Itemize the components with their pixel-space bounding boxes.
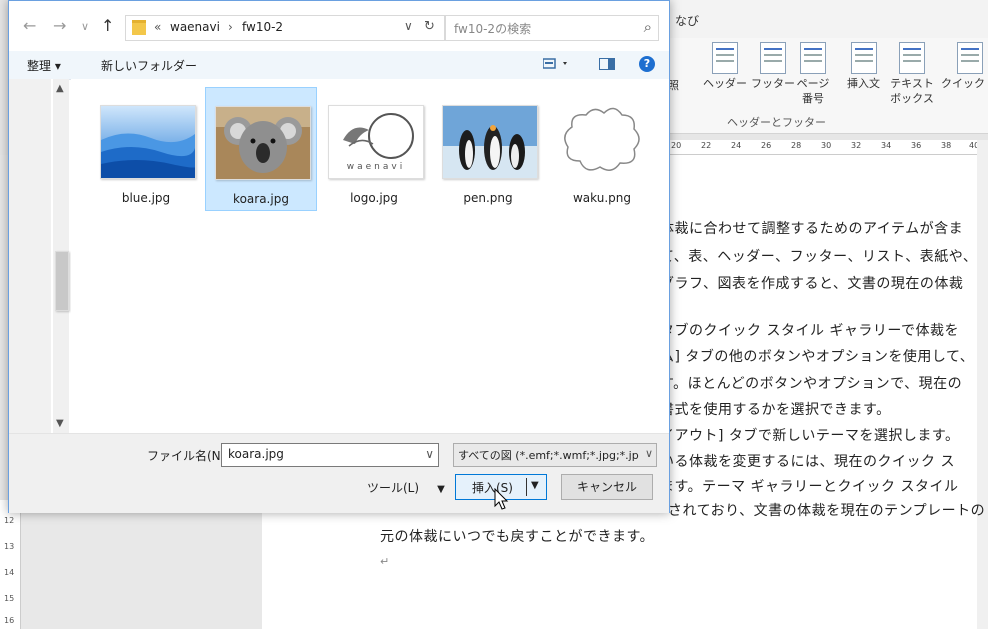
ribbon-tab-strip: なび	[655, 0, 988, 38]
breadcrumb-fw10-2[interactable]: fw10-2	[242, 20, 283, 34]
doc-line: て、表、ヘッダー、フッター、リスト、表紙や、	[660, 249, 978, 265]
search-input[interactable]: fw10-2の検索	[454, 20, 531, 37]
logo-text: waenavi	[346, 162, 406, 172]
ribbon-button-page-number[interactable]: ページ 番号	[793, 42, 833, 106]
insert-options-caret-icon[interactable]: ▼	[531, 480, 539, 491]
ribbon-group-label: ヘッダーとフッター	[727, 116, 826, 129]
file-type-value[interactable]: すべての図 (*.emf;*.wmf;*.jpg;*.jp	[458, 447, 639, 463]
up-folder-button[interactable]: ↑	[101, 16, 114, 35]
insert-text-icon	[850, 42, 877, 74]
file-name: waku.png	[572, 191, 631, 205]
back-button[interactable]: ←	[23, 16, 36, 35]
refresh-icon[interactable]: ↻	[424, 19, 435, 34]
doc-line: 書式を使用するかを選択できます。	[660, 402, 891, 418]
doc-line: グラフ、図表を作成すると、文書の現在の体裁	[660, 276, 964, 292]
folder-icon	[132, 20, 146, 35]
navigation-pane[interactable]	[9, 79, 53, 433]
new-folder-button[interactable]: 新しいフォルダー	[101, 57, 197, 74]
chevron-down-icon[interactable]: ∨	[404, 19, 413, 33]
file-type-select[interactable]: すべての図 (*.emf;*.wmf;*.jpg;*.jp ∨	[453, 443, 657, 467]
horizontal-ruler: 20 22 24 26 28 30 32 34 36 38 40	[655, 140, 988, 155]
search-box[interactable]: fw10-2の検索 ⌕	[445, 15, 659, 41]
ribbon-button-insert-text[interactable]: 挿入文	[847, 42, 880, 91]
tools-button[interactable]: ツール(L) ▼	[367, 479, 445, 496]
filename-field[interactable]: koara.jpg ∨	[221, 443, 439, 467]
file-name: pen.png	[463, 191, 513, 205]
help-icon[interactable]: ?	[639, 56, 655, 72]
file-item-pen[interactable]: pen.png	[433, 87, 543, 209]
scroll-down-icon[interactable]: ▼	[56, 418, 64, 429]
file-item-waku[interactable]: waku.png	[547, 87, 657, 209]
page-number-icon	[800, 42, 826, 74]
paragraph-mark: ↵	[380, 555, 390, 568]
forward-button[interactable]: →	[53, 16, 66, 35]
ribbon-title-text: なび	[675, 14, 700, 28]
breadcrumb-waenavi[interactable]: waenavi	[170, 20, 220, 34]
doc-line: イアウト] タブで新しいテーマを選択します。	[660, 428, 960, 444]
preview-pane-icon[interactable]	[599, 58, 615, 73]
footer-icon	[760, 42, 786, 74]
doc-line: 体裁に合わせて調整するためのアイテムが含ま	[660, 221, 964, 237]
ribbon: 参照 ヘッダー フッター ページ 番号 挿入文 テキスト ボックス クイック パ…	[655, 38, 988, 134]
file-item-blue[interactable]: blue.jpg	[91, 87, 201, 209]
ribbon-button-footer[interactable]: フッター	[751, 42, 795, 91]
blue-thumbnail	[100, 105, 196, 179]
quick-parts-icon	[957, 42, 984, 74]
cancel-button[interactable]: キャンセル	[561, 474, 653, 500]
search-icon[interactable]: ⌕	[644, 18, 652, 36]
filename-label: ファイル名(N):	[147, 449, 230, 463]
file-name: logo.jpg	[350, 191, 398, 205]
koala-thumbnail	[215, 106, 311, 180]
filename-value[interactable]: koara.jpg	[228, 447, 284, 461]
view-options-icon[interactable]	[542, 58, 571, 73]
recent-locations-button[interactable]: ∨	[81, 20, 89, 33]
dialog-footer: ファイル名(N): koara.jpg ∨ すべての図 (*.emf;*.wmf…	[9, 433, 669, 513]
dialog-nav-bar: ← → ∨ ↑ « waenavi › fw10-2 ∨ ↻ fw10-2の検索…	[9, 1, 669, 51]
scroll-up-icon[interactable]: ▲	[56, 83, 64, 94]
chevron-down-icon[interactable]: ∨	[642, 447, 653, 460]
frame-thumbnail	[556, 105, 650, 177]
caret-down-icon: ▼	[437, 484, 445, 495]
doc-line: ム] タブの他のボタンやオプションを使用して、	[660, 349, 975, 365]
address-bar[interactable]: « waenavi › fw10-2 ∨ ↻	[125, 15, 445, 41]
navigation-scrollbar[interactable]: ▲ ▼	[53, 79, 69, 433]
scroll-thumb[interactable]	[55, 251, 69, 311]
file-item-logo[interactable]: waenavi logo.jpg	[319, 87, 429, 209]
mouse-pointer-icon	[494, 488, 509, 510]
ribbon-button-textbox[interactable]: テキスト ボックス	[889, 42, 935, 106]
file-name: blue.jpg	[121, 191, 171, 205]
penguin-thumbnail	[442, 105, 538, 179]
textbox-icon	[899, 42, 925, 74]
doc-line: されており、文書の体裁を現在のテンプレートの	[668, 503, 986, 519]
ribbon-button-header[interactable]: ヘッダー	[703, 42, 747, 91]
file-list: blue.jpg koara.jpg waenavi logo.jpg pen.…	[71, 79, 669, 433]
doc-line: 元の体裁にいつでも戻すことができます。	[380, 529, 655, 545]
chevron-down-icon[interactable]: ∨	[425, 447, 434, 461]
ribbon-button-quick-parts[interactable]: クイック パ	[941, 42, 988, 91]
organize-button[interactable]: 整理 ▾	[27, 57, 61, 74]
file-item-koara[interactable]: koara.jpg	[205, 87, 317, 211]
vertical-ruler: 12 13 14 15 16	[0, 500, 21, 629]
breadcrumb-overflow[interactable]: «	[154, 20, 161, 34]
file-name: koara.jpg	[233, 192, 289, 206]
doc-line: ます。テーマ ギャラリーとクイック スタイル	[660, 479, 959, 495]
doc-line: いる体裁を変更するには、現在のクイック ス	[660, 454, 955, 470]
breadcrumb-separator: ›	[228, 20, 233, 34]
insert-picture-dialog: ← → ∨ ↑ « waenavi › fw10-2 ∨ ↻ fw10-2の検索…	[8, 0, 670, 513]
header-icon	[712, 42, 738, 74]
logo-thumbnail: waenavi	[328, 105, 424, 179]
command-bar: 整理 ▾ 新しいフォルダー ?	[9, 51, 669, 80]
document-scrollbar[interactable]	[977, 140, 988, 629]
doc-line: す。ほとんどのボタンやオプションで、現在の	[660, 376, 963, 392]
doc-line: タブのクイック スタイル ギャラリーで体裁を	[660, 323, 960, 339]
